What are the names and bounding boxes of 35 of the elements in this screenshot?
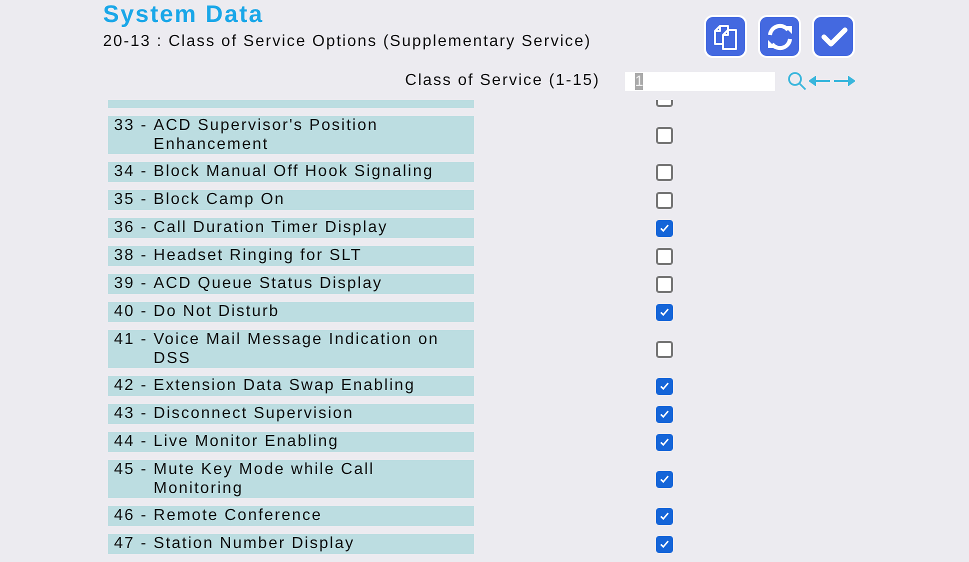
option-checkbox[interactable] [656,220,673,236]
option-checkbox[interactable] [656,508,673,524]
option-checkbox[interactable] [656,164,673,180]
copy-button[interactable] [704,15,747,58]
option-checkbox[interactable] [656,248,673,264]
class-of-service-field[interactable]: 1 [625,72,775,90]
option-label: 38 - Headset Ringing for SLT [108,246,474,266]
option-label: 45 - Mute Key Mode while Call Monitoring [108,460,474,498]
page-subtitle: 20-13 : Class of Service Options (Supplementary Service) [103,33,592,51]
option-label: 36 - Call Duration Timer Display [108,218,474,238]
option-label: 44 - Live Monitor Enabling [108,432,474,452]
refresh-button[interactable] [758,15,801,58]
class-of-service-label: Class of Service (1-15) [405,72,601,90]
option-checkbox[interactable] [656,378,673,394]
option-label: 33 - ACD Supervisor's Position Enhancement [108,116,474,154]
page-title: System Data [103,1,265,29]
option-checkbox[interactable] [656,276,673,292]
option-checkbox[interactable] [656,304,673,320]
option-checkbox[interactable] [656,470,673,488]
option-label: 40 - Do Not Disturb [108,302,474,322]
option-label: 47 - Station Number Display [108,534,474,554]
option-label: 35 - Block Camp On [108,190,474,210]
apply-button[interactable] [812,15,855,58]
option-checkbox[interactable] [656,406,673,422]
option-label: 34 - Block Manual Off Hook Signaling [108,162,474,182]
option-label: 39 - ACD Queue Status Display [108,274,474,294]
option-checkbox[interactable] [656,434,673,450]
option-label: 43 - Disconnect Supervision [108,404,474,424]
option-label: 41 - Voice Mail Message Indication on DSS [108,330,474,368]
option-checkbox[interactable] [656,340,673,358]
option-label: 46 - Remote Conference [108,506,474,526]
option-checkbox[interactable] [656,536,673,552]
option-label: 42 - Extension Data Swap Enabling [108,376,474,396]
option-checkbox[interactable] [656,126,673,144]
option-checkbox[interactable] [656,192,673,208]
